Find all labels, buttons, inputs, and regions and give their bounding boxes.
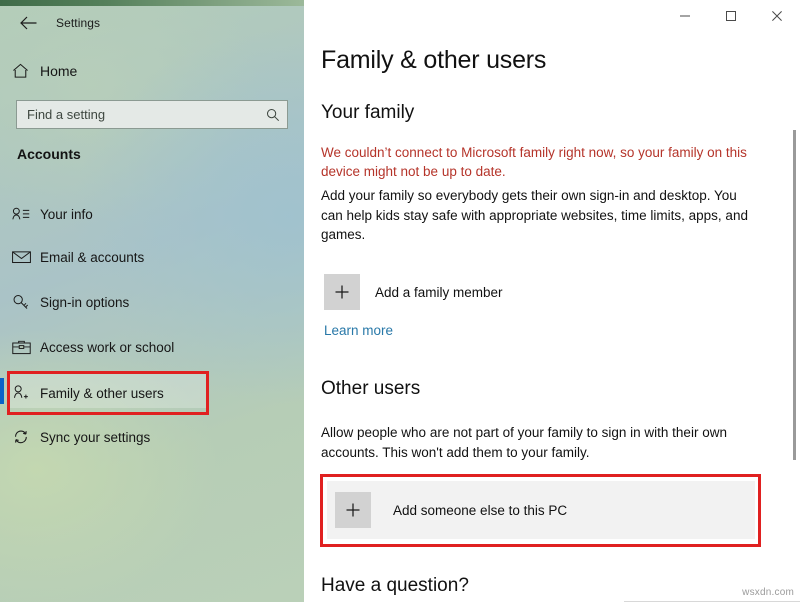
your-family-description: Add your family so everybody gets their … [321, 188, 748, 242]
sidebar-item-sync-your-settings[interactable]: Sync your settings [12, 422, 150, 452]
sidebar-item-label-sync-your-settings: Sync your settings [40, 429, 151, 445]
back-arrow-icon[interactable] [8, 8, 48, 38]
sidebar-item-label-access-work-or-school: Access work or school [40, 339, 175, 355]
watermark: wsxdn.com [742, 587, 794, 598]
sidebar-item-sign-in-options[interactable]: Sign-in options [12, 287, 129, 317]
sync-icon [12, 429, 40, 445]
add-someone-else-label: Add someone else to this PC [393, 502, 568, 518]
add-family-member-label: Add a family member [375, 284, 503, 300]
section-heading-your-family: Your family [321, 102, 415, 123]
sidebar-item-label-email-accounts: Email & accounts [40, 249, 145, 265]
sidebar: Settings Home Find a setting Accounts Yo… [0, 0, 304, 602]
search-icon[interactable] [259, 108, 287, 122]
envelope-icon [12, 250, 40, 264]
window-controls [662, 0, 800, 32]
add-someone-else-to-this-pc-button[interactable]: Add someone else to this PC [335, 492, 655, 528]
sidebar-item-label-home: Home [40, 63, 78, 79]
add-family-member-button[interactable]: Add a family member [324, 274, 574, 310]
add-person-icon [12, 385, 40, 401]
plus-icon [335, 492, 371, 528]
search-input[interactable]: Find a setting [16, 100, 288, 129]
sidebar-item-label-family-other-users: Family & other users [40, 385, 164, 401]
search-placeholder-text: Find a setting [27, 107, 106, 122]
section-heading-have-a-question: Have a question? [321, 575, 469, 596]
settings-window: Settings Home Find a setting Accounts Yo… [0, 0, 800, 602]
plus-icon [324, 274, 360, 310]
sidebar-item-family-other-users[interactable]: Family & other users [12, 378, 164, 408]
other-users-description: Allow people who are not part of your fa… [321, 425, 727, 460]
close-button[interactable] [754, 0, 800, 32]
sidebar-category-heading: Accounts [17, 146, 81, 162]
titlebar-left: Settings [0, 6, 304, 40]
minimize-button[interactable] [662, 0, 708, 32]
family-connection-warning: We couldn’t connect to Microsoft family … [321, 145, 747, 179]
briefcase-icon [12, 340, 40, 355]
sidebar-item-label-your-info: Your info [40, 206, 93, 222]
section-heading-other-users: Other users [321, 378, 421, 399]
window-title: Settings [56, 16, 101, 30]
sidebar-selection-indicator [0, 378, 4, 404]
key-icon [12, 294, 40, 310]
sidebar-item-access-work-or-school[interactable]: Access work or school [12, 332, 174, 362]
sidebar-item-home[interactable]: Home [12, 56, 77, 86]
sidebar-item-email-accounts[interactable]: Email & accounts [12, 242, 144, 272]
user-info-icon [12, 207, 40, 221]
scrollbar-thumb[interactable] [793, 130, 796, 460]
sidebar-item-your-info[interactable]: Your info [12, 199, 93, 229]
learn-more-link[interactable]: Learn more [324, 323, 393, 338]
sidebar-item-label-sign-in-options: Sign-in options [40, 294, 130, 310]
page-title: Family & other users [321, 46, 547, 74]
home-icon [12, 63, 40, 79]
maximize-button[interactable] [708, 0, 754, 32]
